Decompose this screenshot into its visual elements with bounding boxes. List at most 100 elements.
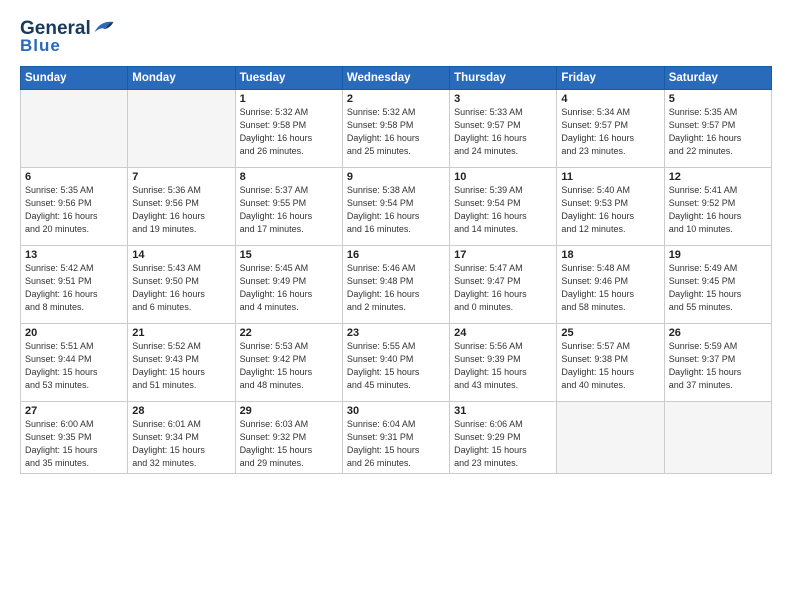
weekday-header-saturday: Saturday — [664, 67, 771, 90]
calendar-cell: 5Sunrise: 5:35 AM Sunset: 9:57 PM Daylig… — [664, 90, 771, 168]
calendar-cell — [21, 90, 128, 168]
day-detail: Sunrise: 6:06 AM Sunset: 9:29 PM Dayligh… — [454, 418, 552, 470]
day-detail: Sunrise: 5:32 AM Sunset: 9:58 PM Dayligh… — [240, 106, 338, 158]
calendar-week-5: 27Sunrise: 6:00 AM Sunset: 9:35 PM Dayli… — [21, 402, 772, 474]
day-number: 1 — [240, 93, 338, 105]
day-number: 8 — [240, 171, 338, 183]
day-number: 21 — [132, 327, 230, 339]
day-detail: Sunrise: 6:03 AM Sunset: 9:32 PM Dayligh… — [240, 418, 338, 470]
day-detail: Sunrise: 5:59 AM Sunset: 9:37 PM Dayligh… — [669, 340, 767, 392]
page: General Blue SundayMondayTuesdayWednesda… — [0, 0, 792, 612]
calendar-cell: 21Sunrise: 5:52 AM Sunset: 9:43 PM Dayli… — [128, 324, 235, 402]
calendar-cell: 1Sunrise: 5:32 AM Sunset: 9:58 PM Daylig… — [235, 90, 342, 168]
calendar-cell — [664, 402, 771, 474]
day-number: 27 — [25, 405, 123, 417]
calendar-cell: 27Sunrise: 6:00 AM Sunset: 9:35 PM Dayli… — [21, 402, 128, 474]
day-number: 14 — [132, 249, 230, 261]
weekday-header-tuesday: Tuesday — [235, 67, 342, 90]
calendar-cell: 7Sunrise: 5:36 AM Sunset: 9:56 PM Daylig… — [128, 168, 235, 246]
day-detail: Sunrise: 5:37 AM Sunset: 9:55 PM Dayligh… — [240, 184, 338, 236]
day-number: 23 — [347, 327, 445, 339]
day-detail: Sunrise: 5:56 AM Sunset: 9:39 PM Dayligh… — [454, 340, 552, 392]
calendar-cell: 25Sunrise: 5:57 AM Sunset: 9:38 PM Dayli… — [557, 324, 664, 402]
calendar-table: SundayMondayTuesdayWednesdayThursdayFrid… — [20, 66, 772, 474]
calendar-cell: 22Sunrise: 5:53 AM Sunset: 9:42 PM Dayli… — [235, 324, 342, 402]
day-detail: Sunrise: 5:47 AM Sunset: 9:47 PM Dayligh… — [454, 262, 552, 314]
day-detail: Sunrise: 5:48 AM Sunset: 9:46 PM Dayligh… — [561, 262, 659, 314]
day-detail: Sunrise: 6:01 AM Sunset: 9:34 PM Dayligh… — [132, 418, 230, 470]
bird-icon — [93, 18, 115, 36]
day-detail: Sunrise: 5:33 AM Sunset: 9:57 PM Dayligh… — [454, 106, 552, 158]
header: General Blue — [20, 18, 772, 56]
calendar-cell: 3Sunrise: 5:33 AM Sunset: 9:57 PM Daylig… — [450, 90, 557, 168]
calendar-cell: 23Sunrise: 5:55 AM Sunset: 9:40 PM Dayli… — [342, 324, 449, 402]
day-detail: Sunrise: 5:52 AM Sunset: 9:43 PM Dayligh… — [132, 340, 230, 392]
day-detail: Sunrise: 5:32 AM Sunset: 9:58 PM Dayligh… — [347, 106, 445, 158]
calendar-cell: 18Sunrise: 5:48 AM Sunset: 9:46 PM Dayli… — [557, 246, 664, 324]
calendar-week-2: 6Sunrise: 5:35 AM Sunset: 9:56 PM Daylig… — [21, 168, 772, 246]
day-detail: Sunrise: 5:36 AM Sunset: 9:56 PM Dayligh… — [132, 184, 230, 236]
calendar-cell: 17Sunrise: 5:47 AM Sunset: 9:47 PM Dayli… — [450, 246, 557, 324]
day-number: 31 — [454, 405, 552, 417]
calendar-cell: 4Sunrise: 5:34 AM Sunset: 9:57 PM Daylig… — [557, 90, 664, 168]
day-number: 6 — [25, 171, 123, 183]
calendar-cell: 20Sunrise: 5:51 AM Sunset: 9:44 PM Dayli… — [21, 324, 128, 402]
day-detail: Sunrise: 5:42 AM Sunset: 9:51 PM Dayligh… — [25, 262, 123, 314]
calendar-cell: 26Sunrise: 5:59 AM Sunset: 9:37 PM Dayli… — [664, 324, 771, 402]
day-number: 26 — [669, 327, 767, 339]
day-number: 15 — [240, 249, 338, 261]
day-detail: Sunrise: 5:35 AM Sunset: 9:57 PM Dayligh… — [669, 106, 767, 158]
day-detail: Sunrise: 6:00 AM Sunset: 9:35 PM Dayligh… — [25, 418, 123, 470]
day-number: 12 — [669, 171, 767, 183]
logo-blue-text: Blue — [20, 36, 61, 56]
calendar-cell: 2Sunrise: 5:32 AM Sunset: 9:58 PM Daylig… — [342, 90, 449, 168]
day-detail: Sunrise: 5:38 AM Sunset: 9:54 PM Dayligh… — [347, 184, 445, 236]
day-detail: Sunrise: 5:46 AM Sunset: 9:48 PM Dayligh… — [347, 262, 445, 314]
day-number: 11 — [561, 171, 659, 183]
calendar-cell: 29Sunrise: 6:03 AM Sunset: 9:32 PM Dayli… — [235, 402, 342, 474]
day-detail: Sunrise: 5:49 AM Sunset: 9:45 PM Dayligh… — [669, 262, 767, 314]
day-detail: Sunrise: 5:34 AM Sunset: 9:57 PM Dayligh… — [561, 106, 659, 158]
calendar-cell: 24Sunrise: 5:56 AM Sunset: 9:39 PM Dayli… — [450, 324, 557, 402]
weekday-header-row: SundayMondayTuesdayWednesdayThursdayFrid… — [21, 67, 772, 90]
day-detail: Sunrise: 5:41 AM Sunset: 9:52 PM Dayligh… — [669, 184, 767, 236]
day-number: 2 — [347, 93, 445, 105]
calendar-cell: 30Sunrise: 6:04 AM Sunset: 9:31 PM Dayli… — [342, 402, 449, 474]
day-detail: Sunrise: 5:51 AM Sunset: 9:44 PM Dayligh… — [25, 340, 123, 392]
calendar-cell — [557, 402, 664, 474]
day-detail: Sunrise: 5:45 AM Sunset: 9:49 PM Dayligh… — [240, 262, 338, 314]
calendar-week-1: 1Sunrise: 5:32 AM Sunset: 9:58 PM Daylig… — [21, 90, 772, 168]
day-detail: Sunrise: 6:04 AM Sunset: 9:31 PM Dayligh… — [347, 418, 445, 470]
logo: General Blue — [20, 18, 115, 56]
calendar-cell: 9Sunrise: 5:38 AM Sunset: 9:54 PM Daylig… — [342, 168, 449, 246]
day-number: 18 — [561, 249, 659, 261]
day-number: 29 — [240, 405, 338, 417]
day-number: 10 — [454, 171, 552, 183]
day-number: 4 — [561, 93, 659, 105]
weekday-header-wednesday: Wednesday — [342, 67, 449, 90]
calendar-cell: 10Sunrise: 5:39 AM Sunset: 9:54 PM Dayli… — [450, 168, 557, 246]
calendar-week-3: 13Sunrise: 5:42 AM Sunset: 9:51 PM Dayli… — [21, 246, 772, 324]
day-number: 13 — [25, 249, 123, 261]
calendar-cell: 31Sunrise: 6:06 AM Sunset: 9:29 PM Dayli… — [450, 402, 557, 474]
calendar-cell: 15Sunrise: 5:45 AM Sunset: 9:49 PM Dayli… — [235, 246, 342, 324]
calendar-cell: 6Sunrise: 5:35 AM Sunset: 9:56 PM Daylig… — [21, 168, 128, 246]
weekday-header-friday: Friday — [557, 67, 664, 90]
day-detail: Sunrise: 5:43 AM Sunset: 9:50 PM Dayligh… — [132, 262, 230, 314]
calendar-cell: 14Sunrise: 5:43 AM Sunset: 9:50 PM Dayli… — [128, 246, 235, 324]
day-detail: Sunrise: 5:40 AM Sunset: 9:53 PM Dayligh… — [561, 184, 659, 236]
day-number: 19 — [669, 249, 767, 261]
calendar-cell — [128, 90, 235, 168]
calendar-cell: 28Sunrise: 6:01 AM Sunset: 9:34 PM Dayli… — [128, 402, 235, 474]
calendar-cell: 11Sunrise: 5:40 AM Sunset: 9:53 PM Dayli… — [557, 168, 664, 246]
day-number: 25 — [561, 327, 659, 339]
day-detail: Sunrise: 5:53 AM Sunset: 9:42 PM Dayligh… — [240, 340, 338, 392]
day-detail: Sunrise: 5:57 AM Sunset: 9:38 PM Dayligh… — [561, 340, 659, 392]
day-number: 28 — [132, 405, 230, 417]
day-detail: Sunrise: 5:35 AM Sunset: 9:56 PM Dayligh… — [25, 184, 123, 236]
calendar-cell: 16Sunrise: 5:46 AM Sunset: 9:48 PM Dayli… — [342, 246, 449, 324]
day-number: 9 — [347, 171, 445, 183]
calendar-week-4: 20Sunrise: 5:51 AM Sunset: 9:44 PM Dayli… — [21, 324, 772, 402]
logo-text: General — [20, 18, 115, 38]
weekday-header-thursday: Thursday — [450, 67, 557, 90]
